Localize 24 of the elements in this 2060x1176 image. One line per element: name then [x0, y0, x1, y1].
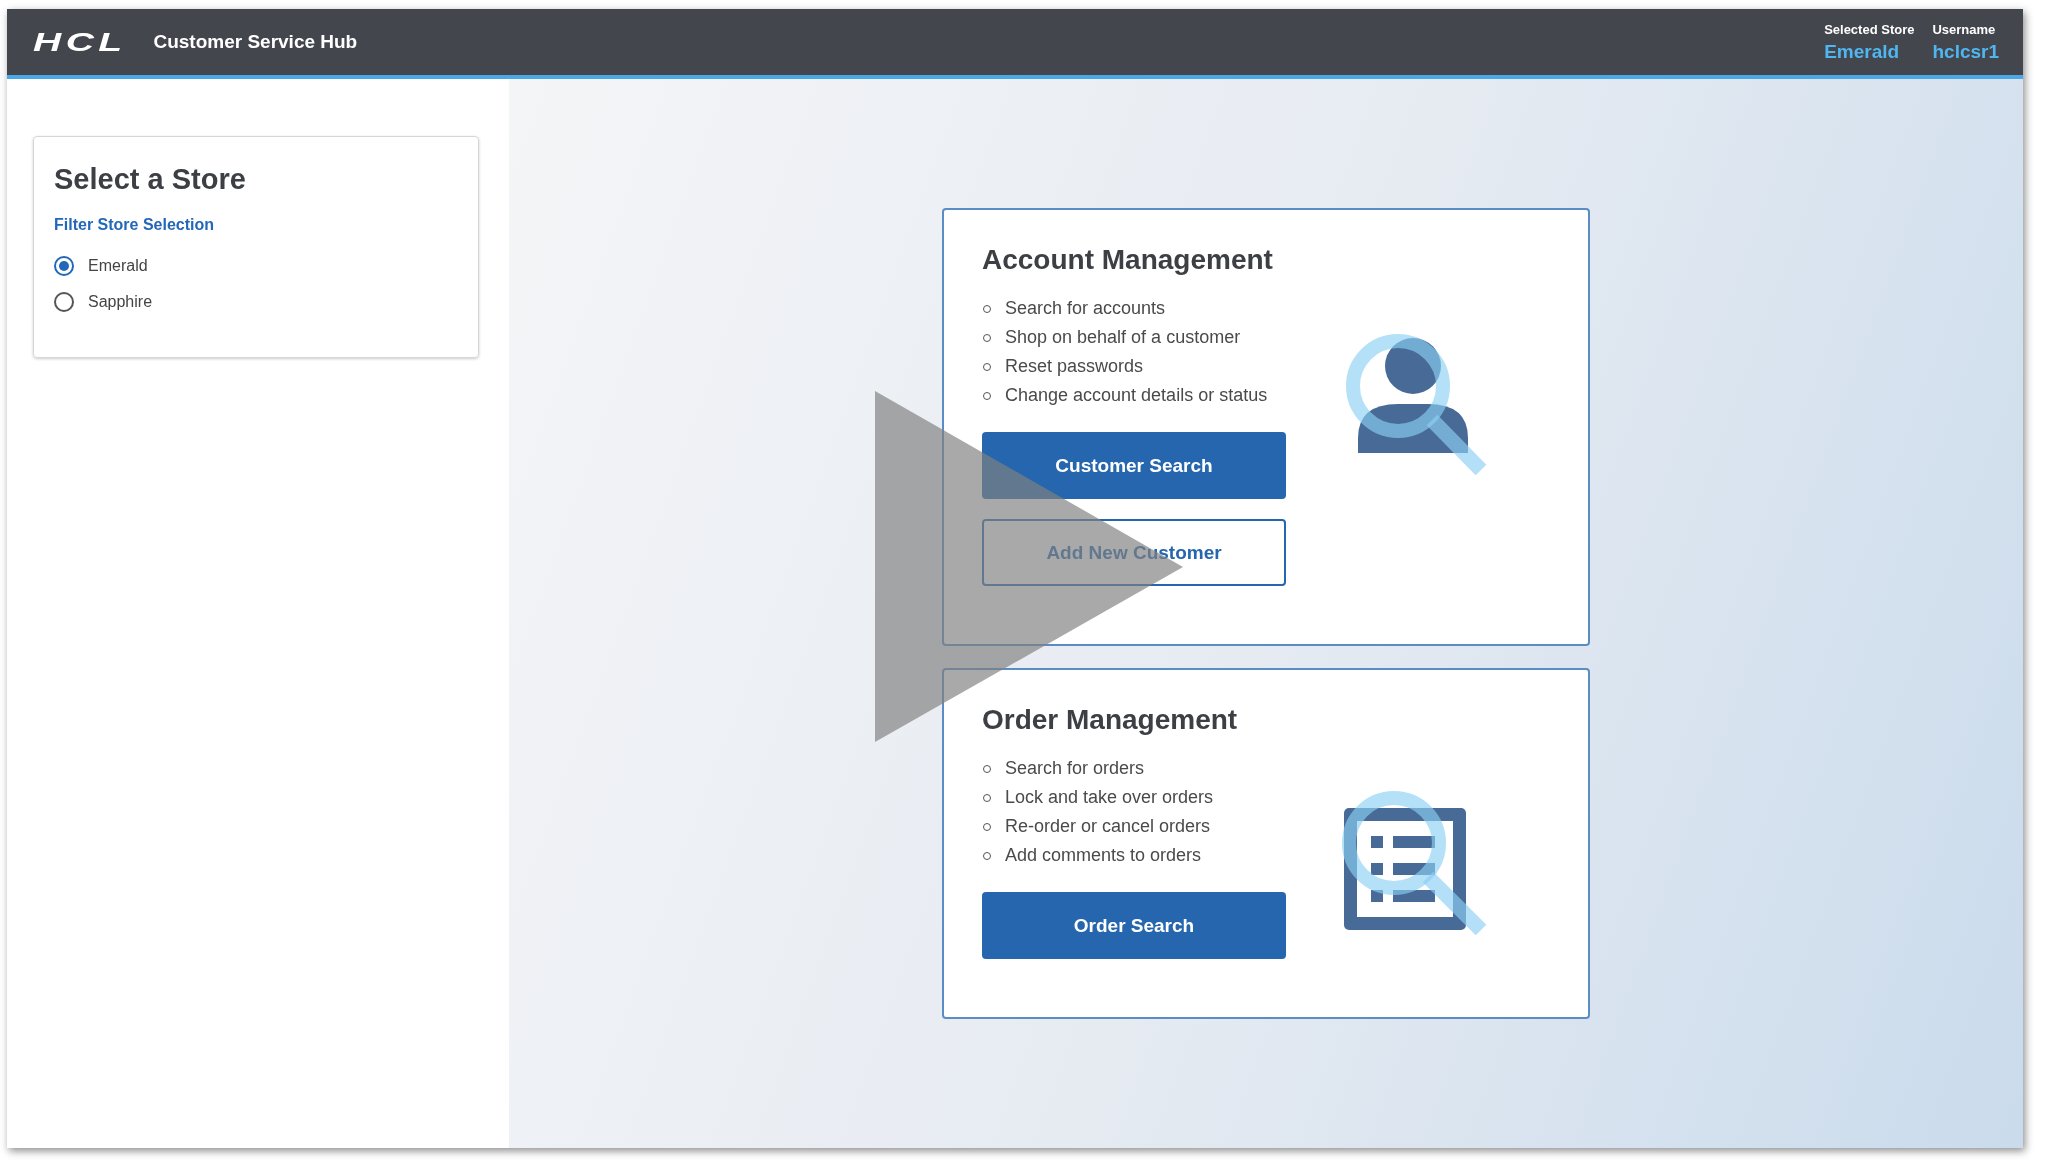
panel-title: Select a Store: [54, 163, 247, 196]
header-label: Username: [1932, 21, 1997, 37]
feature-item: Search for accounts: [1005, 297, 1166, 320]
feature-item: Search for orders: [1005, 757, 1145, 780]
card-title: Order Management: [982, 704, 1239, 736]
primary-button[interactable]: Customer Search: [982, 432, 1286, 499]
filter-link[interactable]: Filter Store Selection: [54, 216, 215, 234]
card-title: Account Management: [982, 244, 1274, 276]
feature-item: Reset passwords: [1005, 355, 1144, 378]
app-title: Customer Service Hub: [153, 31, 358, 53]
store-label[interactable]: Sapphire: [88, 293, 153, 311]
feature-item: Shop on behalf of a customer: [1005, 326, 1241, 349]
radio-button[interactable]: [54, 292, 74, 312]
primary-button[interactable]: Order Search: [982, 892, 1286, 959]
header-value: hclcsr1: [1932, 40, 1999, 63]
logo: HCL: [33, 26, 127, 58]
feature-item: Change account details or status: [1005, 384, 1268, 407]
store-label[interactable]: Emerald: [88, 257, 148, 275]
feature-item: Add comments to orders: [1005, 844, 1202, 867]
feature-item: Re-order or cancel orders: [1005, 815, 1211, 838]
header-value: Emerald: [1824, 40, 1901, 63]
feature-item: Lock and take over orders: [1005, 786, 1214, 809]
radio-button[interactable]: [54, 256, 74, 276]
header-label: Selected Store: [1824, 21, 1915, 37]
